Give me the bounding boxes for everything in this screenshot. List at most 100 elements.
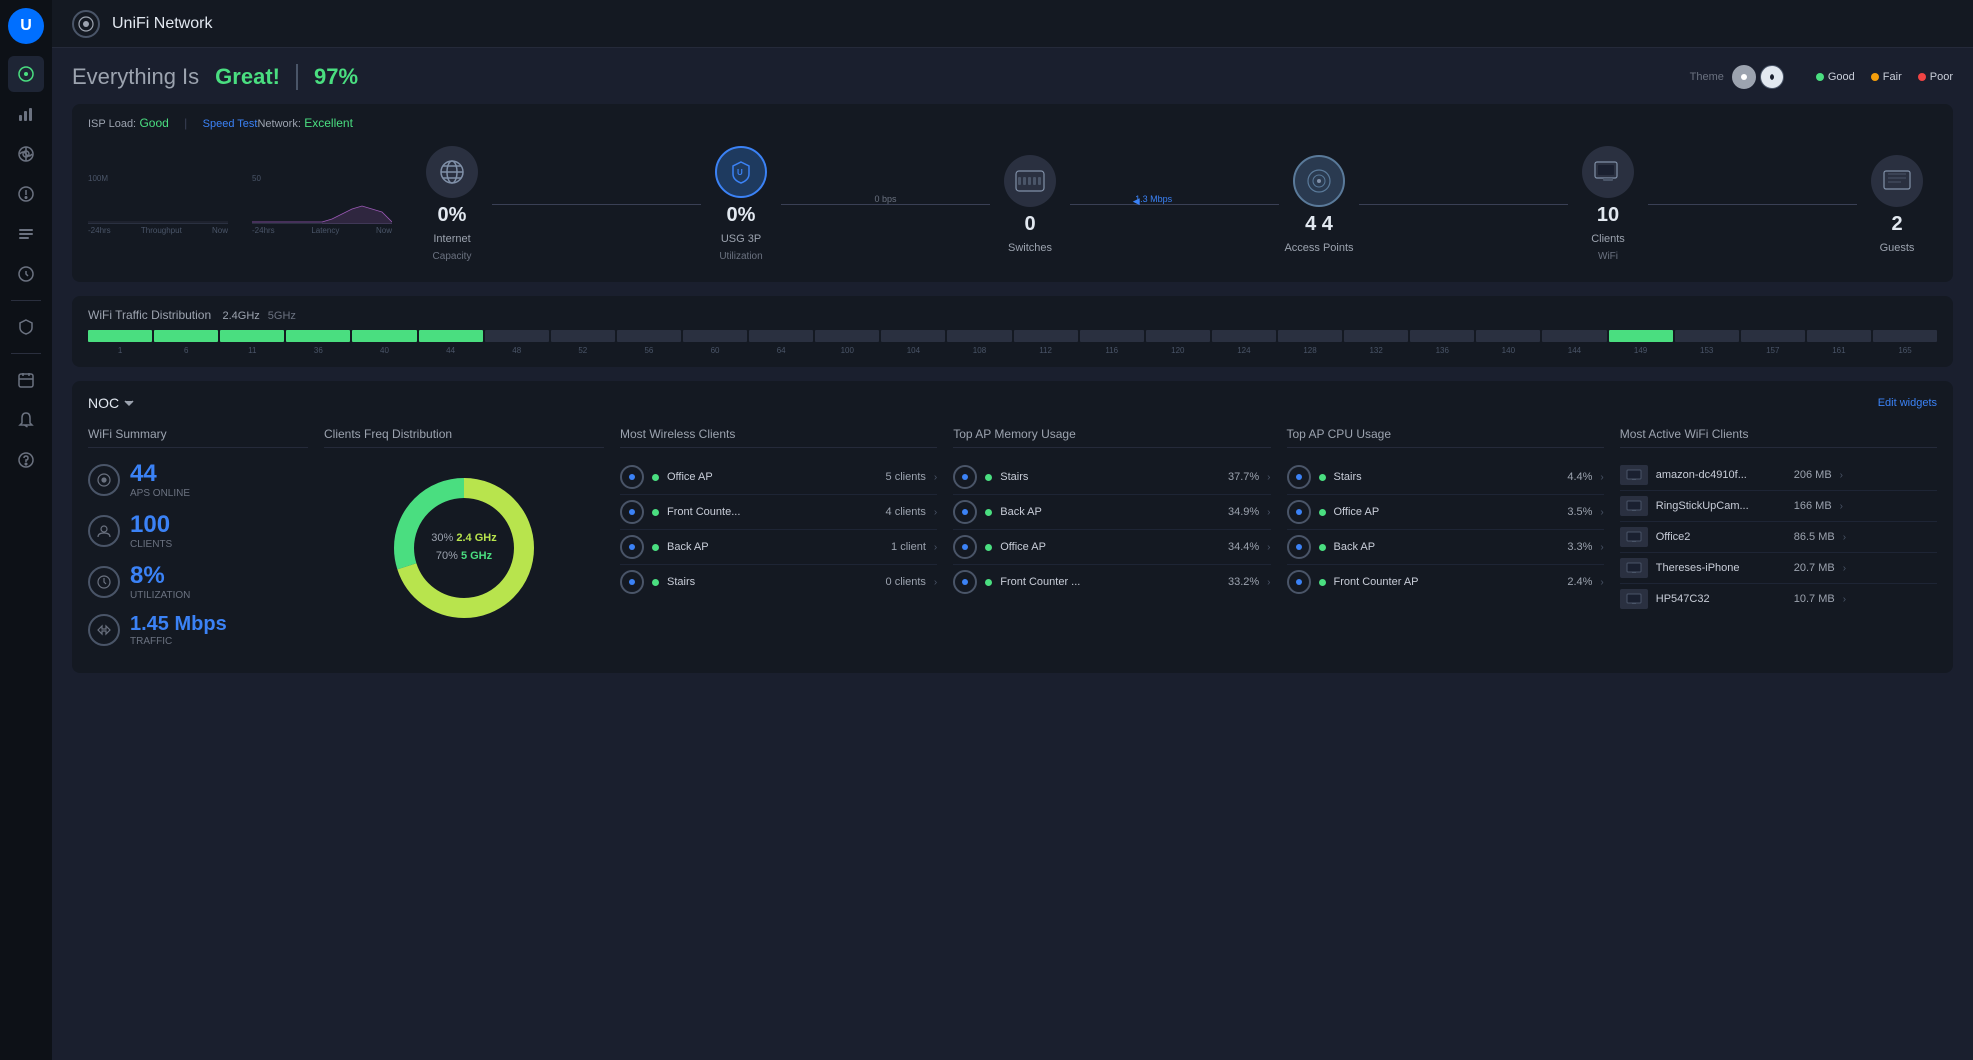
topo-line-5 <box>1648 204 1857 205</box>
band-5g-tab[interactable]: 5GHz <box>268 310 296 322</box>
sidebar-item-notifications[interactable] <box>8 402 44 438</box>
noc-dropdown-icon[interactable] <box>123 397 135 409</box>
client-radio-inner <box>1296 474 1302 480</box>
edit-widgets-link[interactable]: Edit widgets <box>1878 397 1937 409</box>
speed-test-link[interactable]: Speed Test <box>203 118 258 130</box>
device-icon <box>1620 589 1648 609</box>
client-status-dot <box>1319 474 1326 481</box>
client-value: 2.4% <box>1567 576 1592 588</box>
top-ap-cpu-item[interactable]: Front Counter AP 2.4% › <box>1287 565 1604 599</box>
band-2g-tab[interactable]: 2.4GHz <box>222 310 259 322</box>
sidebar-item-topology[interactable] <box>8 136 44 172</box>
channel-bar-132 <box>1344 330 1408 342</box>
most-wireless-item[interactable]: Office AP 5 clients › <box>620 460 937 495</box>
internet-value: 0% <box>438 204 467 227</box>
client-status-dot <box>985 474 992 481</box>
sidebar-item-help[interactable] <box>8 442 44 478</box>
sidebar-item-list[interactable] <box>8 216 44 252</box>
channel-bar-36 <box>286 330 350 342</box>
most-active-item[interactable]: RingStickUpCam... 166 MB › <box>1620 491 1937 522</box>
most-wireless-item[interactable]: Stairs 0 clients › <box>620 565 937 599</box>
aps-online-data: 44 APS ONLINE <box>130 460 190 499</box>
client-arrow-icon: › <box>1840 501 1843 512</box>
usg-sub: Utilization <box>719 251 762 262</box>
client-name: Stairs <box>1334 471 1560 483</box>
ubiquiti-logo[interactable]: U <box>8 8 44 44</box>
channel-label-157: 157 <box>1741 346 1805 355</box>
chart-axis-100m: 100M <box>88 174 108 183</box>
client-radio-inner <box>962 579 968 585</box>
sidebar-item-statistics[interactable] <box>8 96 44 132</box>
isp-label: ISP Load: <box>88 118 136 130</box>
wifi-band-tabs: 2.4GHz 5GHz <box>222 310 295 322</box>
sidebar-item-alerts[interactable] <box>8 176 44 212</box>
top-ap-cpu-item[interactable]: Back AP 3.3% › <box>1287 530 1604 565</box>
client-radio <box>620 500 644 524</box>
channel-label-120: 120 <box>1146 346 1210 355</box>
legend-fair: Fair <box>1871 71 1902 83</box>
theme-dark-btn[interactable] <box>1760 65 1784 89</box>
channel-label-165: 165 <box>1873 346 1937 355</box>
active-client-size: 86.5 MB <box>1794 531 1835 543</box>
channel-bar-153 <box>1675 330 1739 342</box>
client-radio <box>953 570 977 594</box>
most-active-item[interactable]: amazon-dc4910f... 206 MB › <box>1620 460 1937 491</box>
client-arrow-icon: › <box>1600 507 1603 518</box>
top-ap-memory-item[interactable]: Back AP 34.9% › <box>953 495 1270 530</box>
most-active-item[interactable]: Thereses-iPhone 20.7 MB › <box>1620 553 1937 584</box>
client-radio <box>620 535 644 559</box>
sidebar-item-schedule[interactable] <box>8 362 44 398</box>
channel-label-128: 128 <box>1278 346 1342 355</box>
legend-fair-dot <box>1871 73 1879 81</box>
channel-bar-104 <box>881 330 945 342</box>
clients-value-widget: 100 <box>130 511 172 539</box>
channel-label-104: 104 <box>881 346 945 355</box>
aps-name: Access Points <box>1284 242 1353 254</box>
status-score: 97% <box>296 64 358 90</box>
client-value: 3.3% <box>1567 541 1592 553</box>
client-arrow-icon: › <box>934 472 937 483</box>
most-active-widget: Most Active WiFi Clients amazon-dc4910f.… <box>1620 427 1937 659</box>
most-active-title: Most Active WiFi Clients <box>1620 427 1937 448</box>
channel-bar-128 <box>1278 330 1342 342</box>
sidebar-divider <box>11 300 41 301</box>
active-client-name: Thereses-iPhone <box>1656 562 1786 574</box>
utilization-label: UTILIZATION <box>130 590 190 601</box>
top-ap-memory-item[interactable]: Office AP 34.4% › <box>953 530 1270 565</box>
sidebar-item-dashboard[interactable] <box>8 56 44 92</box>
status-main: Everything Is Great! 97% <box>72 64 358 90</box>
client-value: 33.2% <box>1228 576 1259 588</box>
most-active-item[interactable]: HP547C32 10.7 MB › <box>1620 584 1937 614</box>
freq-dist-title: Clients Freq Distribution <box>324 427 604 448</box>
most-wireless-item[interactable]: Back AP 1 client › <box>620 530 937 565</box>
topo-speed-2: 1.3 Mbps <box>1135 194 1172 204</box>
app-title: UniFi Network <box>112 15 212 33</box>
top-ap-memory-item[interactable]: Stairs 37.7% › <box>953 460 1270 495</box>
topo-line-2: 0 bps <box>781 204 990 205</box>
client-name: Back AP <box>1334 541 1560 553</box>
client-value: 34.9% <box>1228 506 1259 518</box>
latency-chart: 50 -24hrs Latency Now <box>252 174 392 235</box>
sidebar-item-insights[interactable] <box>8 256 44 292</box>
most-active-item[interactable]: Office2 86.5 MB › <box>1620 522 1937 553</box>
sidebar-item-security[interactable] <box>8 309 44 345</box>
throughput-chart-area: 100M <box>88 174 228 224</box>
client-name: Office AP <box>667 471 878 483</box>
top-ap-cpu-item[interactable]: Stairs 4.4% › <box>1287 460 1604 495</box>
top-ap-cpu-item[interactable]: Office AP 3.5% › <box>1287 495 1604 530</box>
client-arrow-icon: › <box>1843 594 1846 605</box>
client-status-dot <box>1319 579 1326 586</box>
most-wireless-item[interactable]: Front Counte... 4 clients › <box>620 495 937 530</box>
client-status-dot <box>985 544 992 551</box>
channel-bar-161 <box>1807 330 1871 342</box>
donut-svg <box>384 468 544 628</box>
theme-light-btn[interactable] <box>1732 65 1756 89</box>
client-value: 4 clients <box>886 506 926 518</box>
client-radio-inner <box>962 544 968 550</box>
clients-name: Clients <box>1591 233 1625 245</box>
widgets-grid: WiFi Summary 44 APS ONLINE <box>88 427 1937 659</box>
top-ap-memory-item[interactable]: Front Counter ... 33.2% › <box>953 565 1270 599</box>
topo-speed-1: 0 bps <box>874 194 896 204</box>
client-radio <box>620 465 644 489</box>
channel-bar-108 <box>947 330 1011 342</box>
